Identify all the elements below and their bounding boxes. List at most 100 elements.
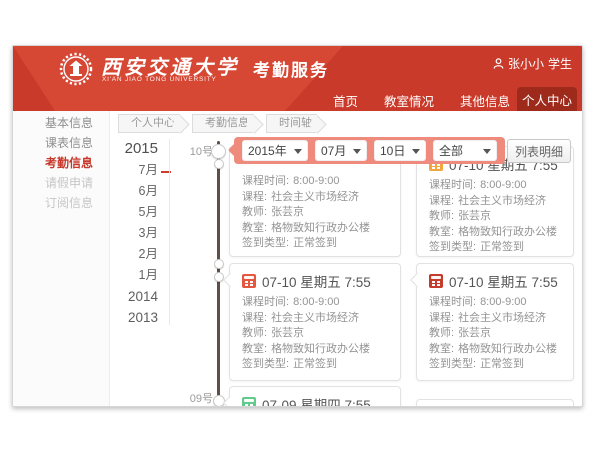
attendance-card-5[interactable] — [416, 399, 574, 407]
attendance-card-3[interactable]: 07-10 星期五 7:55 课程时间: 8:00-9:00 课程: 社会主义市… — [416, 263, 574, 381]
breadcrumb-item-1[interactable]: 考勤信息 — [192, 114, 254, 133]
nav-item-2[interactable]: 其他信息 — [460, 91, 510, 110]
chevron-down-icon — [353, 149, 361, 158]
card-field-label: 课程时间: — [242, 174, 289, 190]
card-field: 教室: 格物致知行政办公楼 — [242, 342, 388, 358]
sidebar: 基本信息课表信息考勤信息请假申请订阅信息 — [13, 111, 110, 406]
card-field-value: 张芸京 — [458, 326, 491, 342]
card-field-label: 课程: — [429, 311, 454, 327]
chevron-down-icon — [294, 149, 302, 158]
filter-select-value: 2015年 — [248, 142, 287, 159]
filter-select-year[interactable]: 2015年 — [242, 140, 308, 161]
chevron-down-icon — [412, 149, 420, 158]
nav-item-0[interactable]: 首页 — [333, 91, 358, 110]
nav-tab-personal-center[interactable]: 个人中心 — [517, 87, 577, 111]
card-field: 课程时间: 8:00-9:00 — [242, 295, 388, 311]
card-date-text: 07-10 星期五 7:55 — [262, 271, 371, 291]
timeline-node — [211, 144, 226, 159]
nav-items: 首页 教室情况 其他信息 — [333, 89, 510, 111]
card-field-label: 课程时间: — [429, 295, 476, 311]
card-field-value: 社会主义市场经济 — [271, 190, 359, 206]
app-title: 考勤服务 — [253, 56, 329, 81]
timeline-node — [214, 259, 224, 269]
calendar-icon — [242, 274, 256, 288]
card-field-label: 教室: — [242, 221, 267, 237]
card-field: 课程: 社会主义市场经济 — [242, 190, 388, 206]
card-field: 签到类型: 正常签到 — [429, 240, 561, 256]
card-field-value: 张芸京 — [458, 209, 491, 225]
nav-item-1[interactable]: 教室情况 — [384, 91, 434, 110]
card-date-text: 07-09 星期四 7:55 — [262, 394, 371, 407]
calendar-icon — [429, 274, 443, 288]
filter-bubble: 2015年 07月 10日 全部 — [234, 137, 505, 164]
day-marker-10: 10号 — [182, 143, 213, 159]
card-header: 07-10 星期五 7:55 — [242, 271, 388, 291]
card-field: 教师: 张芸京 — [242, 326, 388, 342]
card-body: 课程时间: 8:00-9:00 课程: 社会主义市场经济 教师: 张芸京 教室:… — [429, 295, 561, 373]
card-field-label: 签到类型: — [242, 236, 289, 252]
card-field: 教室: 格物致知行政办公楼 — [429, 342, 561, 358]
person-icon — [493, 58, 504, 69]
app-header: 西安交通大学 XI'AN JIAO TONG UNIVERSITY 考勤服务 张… — [13, 46, 582, 111]
timeline-year-6月[interactable]: 6月 — [110, 181, 158, 202]
card-field-value: 8:00-9:00 — [480, 178, 526, 194]
xjtu-gear-logo-icon — [59, 52, 93, 86]
filter-select-type[interactable]: 全部 — [433, 140, 497, 161]
card-field: 教师: 张芸京 — [429, 209, 561, 225]
filter-select-month[interactable]: 07月 — [315, 140, 367, 161]
attendance-card-2[interactable]: 07-10 星期五 7:55 课程时间: 8:00-9:00 课程: 社会主义市… — [229, 263, 401, 381]
card-field-value: 张芸京 — [271, 205, 304, 221]
timeline-year-3月[interactable]: 3月 — [110, 223, 158, 244]
sidebar-item-4[interactable]: 订阅信息 — [13, 193, 109, 213]
card-field-label: 课程时间: — [242, 295, 289, 311]
breadcrumb-item-2[interactable]: 时间轴 — [266, 114, 317, 133]
sidebar-item-2[interactable]: 考勤信息 — [13, 153, 109, 173]
sidebar-item-3[interactable]: 请假申请 — [13, 173, 109, 193]
timeline-year-1月[interactable]: 1月 — [110, 265, 158, 286]
timeline-year-7月[interactable]: 7月 — [110, 160, 158, 181]
attendance-card-4[interactable]: 07-09 星期四 7:55 — [229, 386, 401, 407]
breadcrumb-item-0[interactable]: 个人中心 — [118, 114, 180, 133]
timeline-year-2014[interactable]: 2014 — [110, 286, 158, 307]
timeline-year-2013[interactable]: 2013 — [110, 307, 158, 328]
card-field: 教室: 格物致知行政办公楼 — [242, 221, 388, 237]
sidebar-item-1[interactable]: 课表信息 — [13, 133, 109, 153]
timeline-year-2月[interactable]: 2月 — [110, 244, 158, 265]
card-field-value: 正常签到 — [293, 357, 337, 373]
years-separator — [169, 139, 170, 325]
filter-select-value: 10日 — [380, 142, 405, 159]
card-field-value: 社会主义市场经济 — [458, 311, 546, 327]
card-field: 课程时间: 8:00-9:00 — [429, 295, 561, 311]
card-field-label: 教师: — [242, 205, 267, 221]
page: { "window": { "header": { "logo_icon": "… — [0, 0, 600, 450]
card-field: 签到类型: 正常签到 — [429, 357, 561, 373]
card-field-label: 课程时间: — [429, 178, 476, 194]
content-area: 基本信息课表信息考勤信息请假申请订阅信息 个人中心考勤信息时间轴 20157月6… — [13, 111, 582, 406]
list-detail-button[interactable]: 列表明细 — [507, 139, 571, 163]
filter-select-value: 07月 — [321, 142, 346, 159]
card-body: 课程时间: 8:00-9:00 课程: 社会主义市场经济 教师: 张芸京 教室:… — [429, 178, 561, 256]
card-field: 教师: 张芸京 — [242, 205, 388, 221]
timeline-year-5月[interactable]: 5月 — [110, 202, 158, 223]
app-window: 西安交通大学 XI'AN JIAO TONG UNIVERSITY 考勤服务 张… — [12, 45, 583, 407]
user-info[interactable]: 张小小 学生 — [493, 55, 572, 72]
card-field: 教师: 张芸京 — [429, 326, 561, 342]
card-field-value: 8:00-9:00 — [293, 295, 339, 311]
card-field-value: 8:00-9:00 — [293, 174, 339, 190]
filter-select-day[interactable]: 10日 — [374, 140, 426, 161]
card-field-label: 教师: — [429, 326, 454, 342]
timeline-year-2015[interactable]: 2015 — [110, 137, 158, 160]
card-date-text: 07-10 星期五 7:55 — [449, 271, 558, 291]
card-body: 课程时间: 8:00-9:00 课程: 社会主义市场经济 教师: 张芸京 教室:… — [242, 295, 388, 373]
card-field: 签到类型: 正常签到 — [242, 236, 388, 252]
card-field: 课程: 社会主义市场经济 — [429, 311, 561, 327]
user-role: 学生 — [548, 55, 572, 72]
card-field-value: 格物致知行政办公楼 — [271, 221, 370, 237]
card-field-value: 正常签到 — [293, 236, 337, 252]
breadcrumb: 个人中心考勤信息时间轴 — [118, 114, 329, 133]
card-field: 课程: 社会主义市场经济 — [242, 311, 388, 327]
sidebar-item-0[interactable]: 基本信息 — [13, 113, 109, 133]
university-name-en: XI'AN JIAO TONG UNIVERSITY — [102, 76, 217, 83]
card-field-value: 格物致知行政办公楼 — [271, 342, 370, 358]
card-field-value: 正常签到 — [480, 240, 524, 256]
